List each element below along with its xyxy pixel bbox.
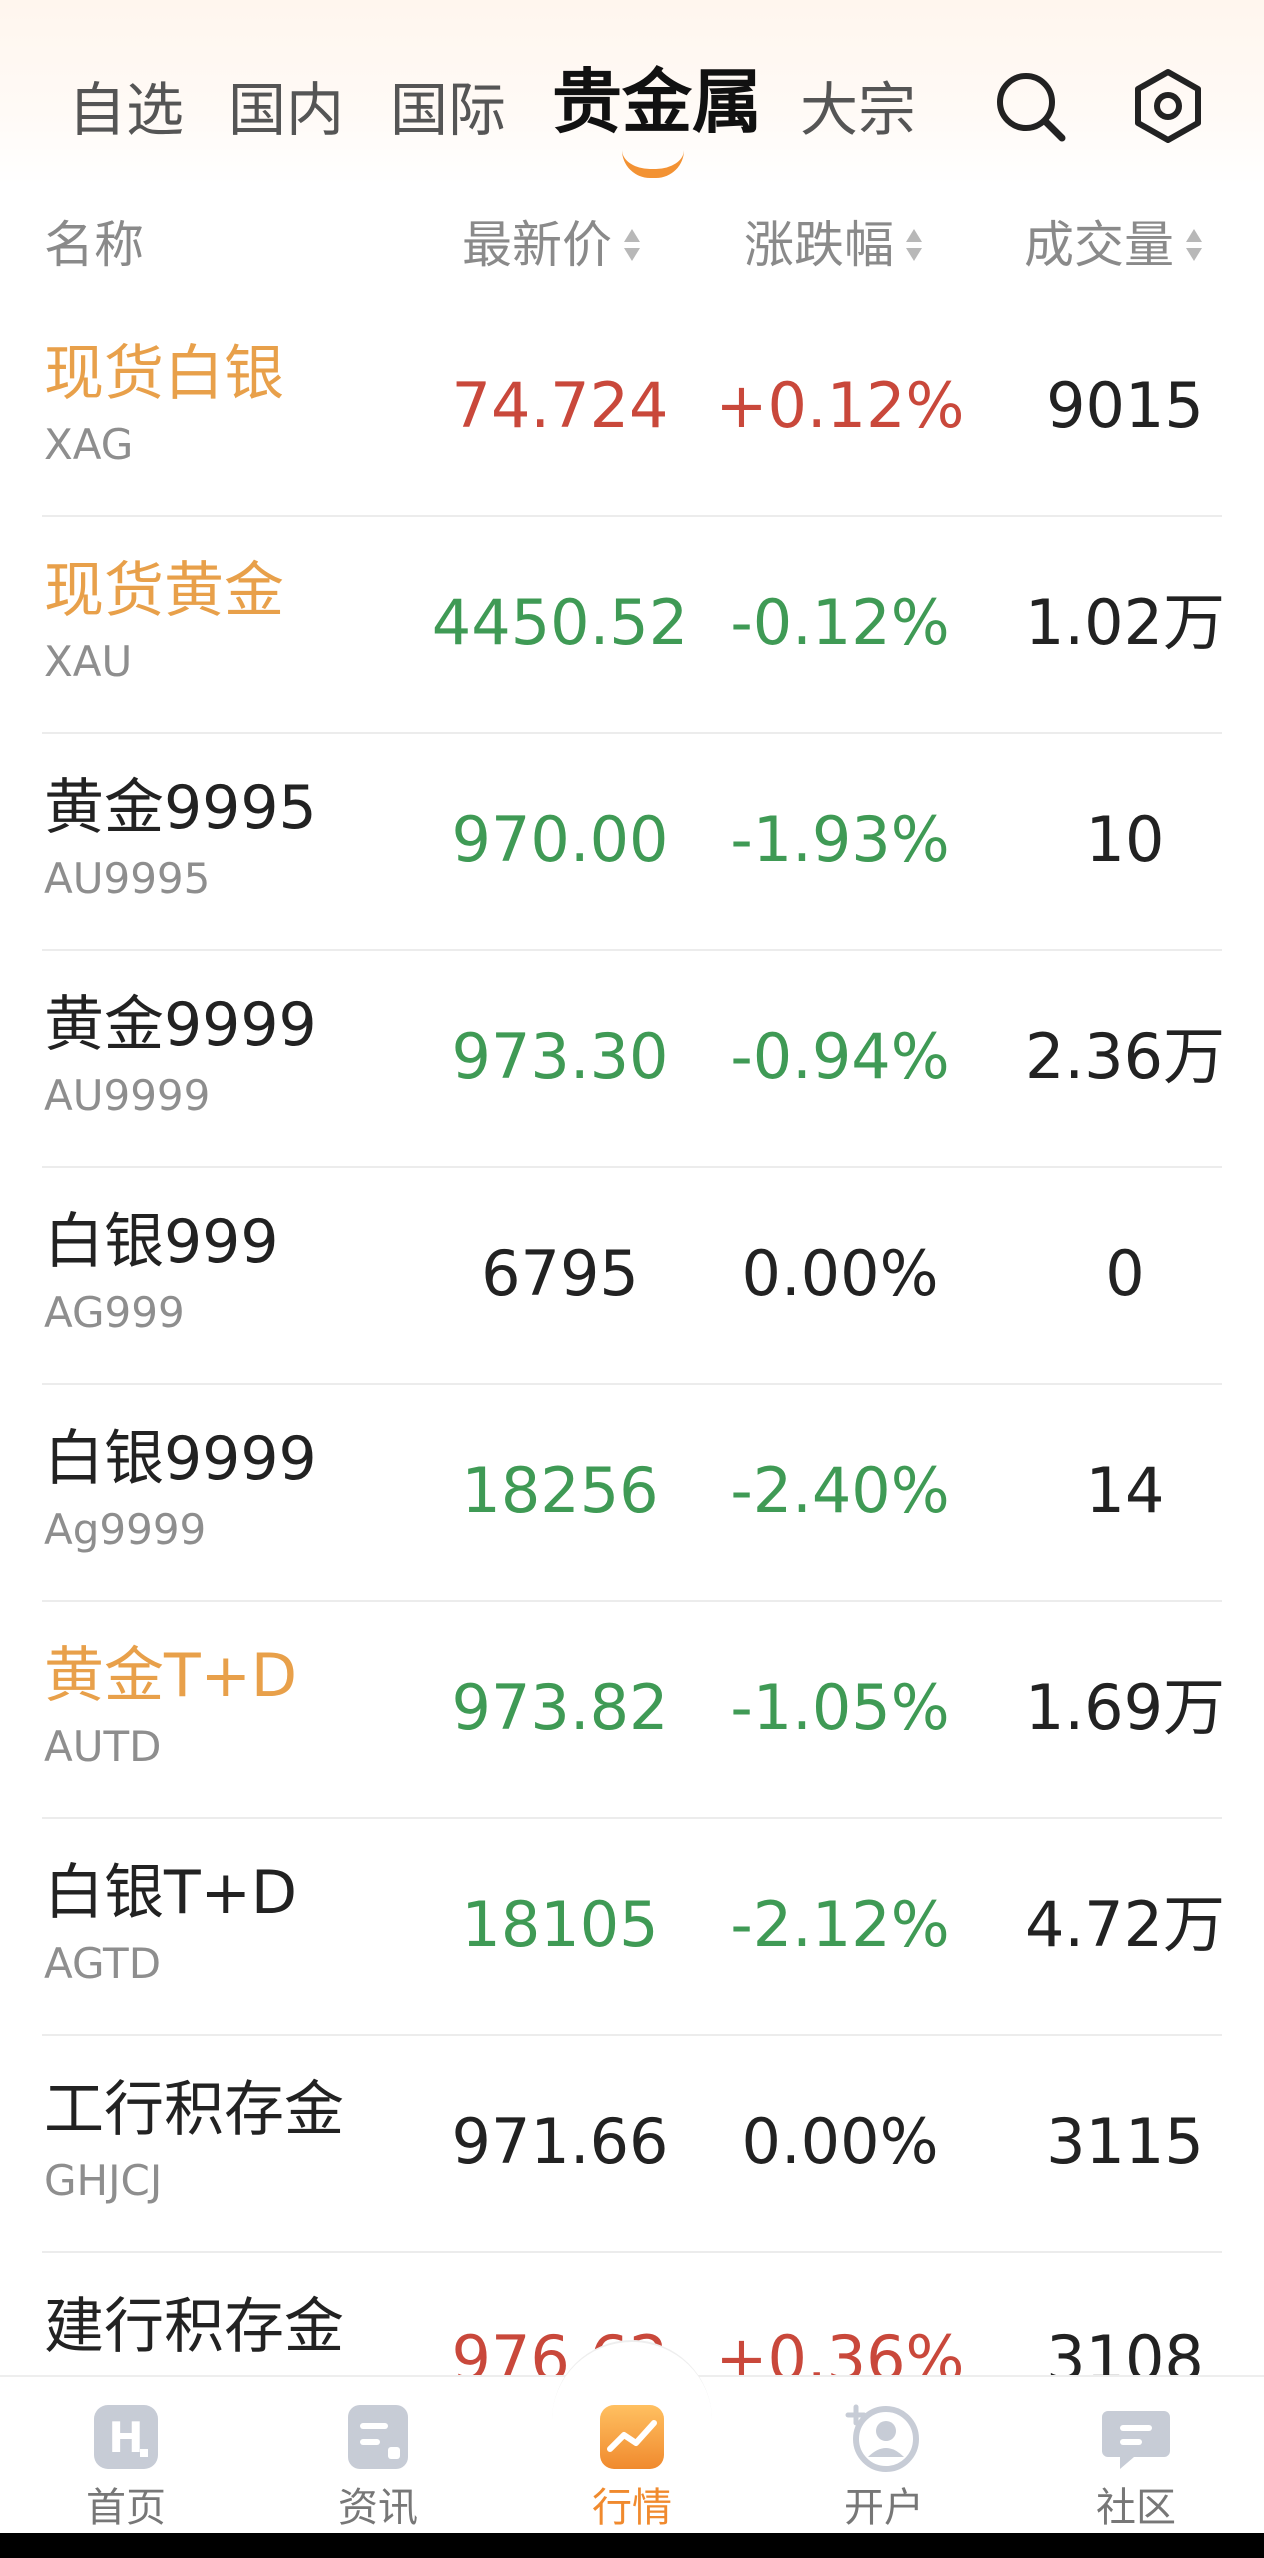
- instrument-code: XAU: [44, 637, 133, 686]
- instrument-name: 黄金9999: [44, 990, 317, 1060]
- instrument-name: 黄金9995: [44, 773, 317, 843]
- column-change-header[interactable]: 涨跌幅: [744, 215, 922, 275]
- latest-price: 4450.52: [431, 586, 689, 659]
- trade-volume: 9015: [1046, 369, 1204, 442]
- tab-watchlist[interactable]: 自选: [68, 70, 184, 150]
- price-change-percent: -0.12%: [730, 586, 950, 659]
- system-gesture-bar: [0, 2533, 1264, 2558]
- svg-text:H: H: [108, 2413, 143, 2462]
- quote-row-au9999[interactable]: 黄金9999 AU9999 973.30 -0.94% 2.36万: [0, 951, 1264, 1168]
- instrument-code: AG999: [44, 1288, 185, 1337]
- instrument-name: 建行积存金: [44, 2292, 344, 2362]
- trade-volume: 2.36万: [1024, 1020, 1226, 1093]
- latest-price: 18256: [461, 1454, 659, 1527]
- quote-row-autd[interactable]: 黄金T+D AUTD 973.82 -1.05% 1.69万: [0, 1602, 1264, 1819]
- community-icon: [1096, 2397, 1176, 2477]
- latest-price: 973.30: [451, 1020, 669, 1093]
- trade-volume: 3108: [1046, 2322, 1204, 2375]
- instrument-name: 现货白银: [44, 339, 284, 409]
- price-change-percent: -2.12%: [730, 1888, 950, 1961]
- nav-home[interactable]: H 首页: [36, 2385, 216, 2535]
- instrument-code: AUTD: [44, 1722, 162, 1771]
- quote-row-ghjcj[interactable]: 工行积存金 GHJCJ 971.66 0.00% 3115: [0, 2036, 1264, 2253]
- price-change-percent: -0.94%: [730, 1020, 950, 1093]
- top-nav-bar: 自选 国内 国际 贵金属 大宗: [0, 0, 1264, 185]
- quote-list: 现货白银 XAG 74.724 +0.12% 9015 现货黄金 XAU 445…: [0, 300, 1264, 2375]
- latest-price: 6795: [481, 1237, 639, 1310]
- column-change-label: 涨跌幅: [744, 216, 894, 274]
- trade-volume: 10: [1085, 803, 1165, 876]
- column-volume-header[interactable]: 成交量: [1024, 215, 1202, 275]
- instrument-name: 黄金T+D: [44, 1641, 298, 1711]
- instrument-name: 现货黄金: [44, 556, 284, 626]
- price-change-percent: -1.05%: [730, 1671, 950, 1744]
- price-change-percent: 0.00%: [741, 2105, 939, 2178]
- instrument-code: Ag9999: [44, 1505, 207, 1554]
- open-account-icon: [844, 2397, 924, 2477]
- sort-arrows-icon: [906, 225, 922, 265]
- trade-volume: 3115: [1046, 2105, 1204, 2178]
- latest-price: 973.82: [451, 1671, 669, 1744]
- trade-volume: 1.69万: [1024, 1671, 1226, 1744]
- trade-volume: 1.02万: [1024, 586, 1226, 659]
- trade-volume: 14: [1085, 1454, 1165, 1527]
- settings-icon[interactable]: [1128, 66, 1208, 146]
- nav-label: 资讯: [338, 2485, 418, 2531]
- market-tabs: 自选 国内 国际 贵金属 大宗: [0, 0, 1264, 185]
- quote-row-au9995[interactable]: 黄金9995 AU9995 970.00 -1.93% 10: [0, 734, 1264, 951]
- price-change-percent: 0.00%: [741, 1237, 939, 1310]
- nav-market[interactable]: 行情: [542, 2385, 722, 2535]
- instrument-code: AU9995: [44, 854, 211, 903]
- column-name-header: 名称: [44, 216, 144, 274]
- price-change-percent: -1.93%: [730, 803, 950, 876]
- price-change-percent: -2.40%: [730, 1454, 950, 1527]
- nav-label: 行情: [592, 2485, 672, 2531]
- trade-volume: 0: [1105, 1237, 1145, 1310]
- trade-volume: 4.72万: [1024, 1888, 1226, 1961]
- column-price-header[interactable]: 最新价: [462, 215, 640, 275]
- latest-price: 18105: [461, 1888, 659, 1961]
- instrument-name: 白银9999: [44, 1424, 317, 1494]
- price-change-percent: +0.12%: [715, 369, 965, 442]
- search-icon[interactable]: [990, 66, 1070, 146]
- nav-news[interactable]: 资讯: [288, 2385, 468, 2535]
- news-icon: [338, 2397, 418, 2477]
- latest-price: 971.66: [451, 2105, 669, 2178]
- instrument-name: 白银T+D: [44, 1858, 298, 1928]
- sort-arrows-icon: [624, 225, 640, 265]
- price-change-percent: +0.36%: [715, 2322, 965, 2375]
- market-chart-icon: [592, 2397, 672, 2477]
- tab-domestic[interactable]: 国内: [228, 70, 344, 150]
- tab-commodities[interactable]: 大宗: [800, 70, 916, 150]
- sort-arrows-icon: [1186, 225, 1202, 265]
- column-volume-label: 成交量: [1024, 216, 1174, 274]
- instrument-name: 白银999: [44, 1207, 279, 1277]
- nav-label: 开户: [844, 2485, 924, 2531]
- quote-row-ag9999[interactable]: 白银9999 Ag9999 18256 -2.40% 14: [0, 1385, 1264, 1602]
- column-price-label: 最新价: [462, 216, 612, 274]
- instrument-code: AU9999: [44, 1071, 211, 1120]
- instrument-code: GHJCJ: [44, 2156, 163, 2205]
- quote-row-xau[interactable]: 现货黄金 XAU 4450.52 -0.12% 1.02万: [0, 517, 1264, 734]
- nav-label: 社区: [1096, 2485, 1176, 2531]
- tab-international[interactable]: 国际: [390, 70, 506, 150]
- instrument-code: AGTD: [44, 1939, 162, 1988]
- quote-row-ag999[interactable]: 白银999 AG999 6795 0.00% 0: [0, 1168, 1264, 1385]
- nav-open-account[interactable]: 开户: [794, 2385, 974, 2535]
- quote-row-agtd[interactable]: 白银T+D AGTD 18105 -2.12% 4.72万: [0, 1819, 1264, 2036]
- nav-community[interactable]: 社区: [1046, 2385, 1226, 2535]
- latest-price: 970.00: [451, 803, 669, 876]
- instrument-name: 工行积存金: [44, 2075, 344, 2145]
- nav-label: 首页: [86, 2485, 166, 2531]
- quote-row-xag[interactable]: 现货白银 XAG 74.724 +0.12% 9015: [0, 300, 1264, 517]
- home-icon: H: [86, 2397, 166, 2477]
- tab-precious-metals[interactable]: 贵金属: [552, 62, 762, 142]
- instrument-code: XAG: [44, 420, 134, 469]
- active-tab-indicator: [622, 150, 684, 178]
- latest-price: 74.724: [451, 369, 669, 442]
- column-header-row: 名称 最新价 涨跌幅 成交量: [0, 185, 1264, 305]
